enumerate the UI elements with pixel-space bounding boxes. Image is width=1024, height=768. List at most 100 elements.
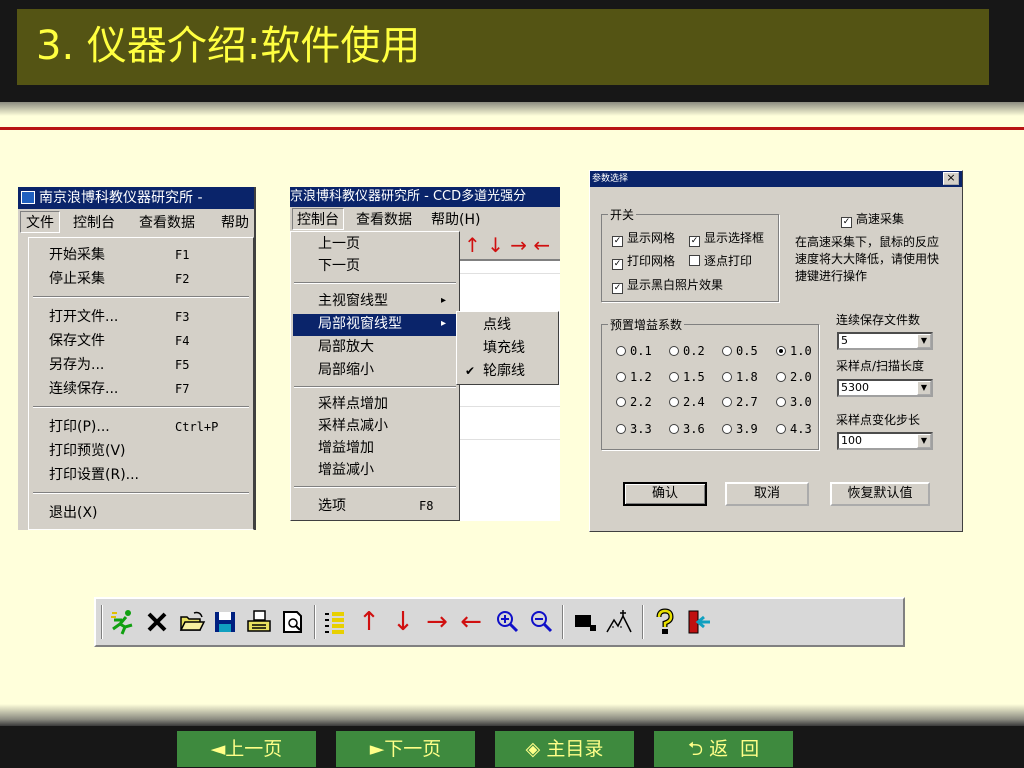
- high-speed-label: 高速采集: [856, 212, 905, 226]
- menu-item-continuous-save[interactable]: 连续保存...: [49, 378, 118, 400]
- radio-icon: [669, 424, 679, 434]
- arrow-right-icon[interactable]: →: [422, 607, 452, 637]
- dropdown-arrow-icon[interactable]: ▼: [917, 334, 931, 348]
- arrow-left-icon[interactable]: ←: [456, 607, 486, 637]
- gain-option[interactable]: 3.3: [616, 421, 652, 437]
- gain-option[interactable]: 0.5: [722, 343, 758, 359]
- gain-option[interactable]: 3.6: [669, 421, 705, 437]
- list-icon[interactable]: [320, 607, 350, 637]
- dropdown-arrow-icon[interactable]: ▼: [917, 434, 931, 448]
- menu-item-gain-increase[interactable]: 增益增加: [318, 437, 374, 459]
- submenu-item-dot-line[interactable]: 点线: [483, 314, 511, 336]
- scan-length-select[interactable]: 5300 ▼: [837, 379, 933, 397]
- gain-option[interactable]: 1.2: [616, 369, 652, 385]
- main-menu-button[interactable]: ◈ 主目录: [495, 731, 634, 767]
- ok-button[interactable]: 确认: [623, 482, 707, 506]
- menu-help[interactable]: 帮助(H): [431, 209, 480, 231]
- menu-help[interactable]: 帮助: [221, 212, 249, 234]
- stop-icon[interactable]: [142, 607, 172, 637]
- zoom-in-icon[interactable]: [492, 607, 522, 637]
- menu-file[interactable]: 文件: [20, 211, 60, 233]
- menu-item-samples-decrease[interactable]: 采样点减小: [318, 415, 388, 437]
- gain-option[interactable]: 2.7: [722, 394, 758, 410]
- menu-item-stop-capture[interactable]: 停止采集: [49, 268, 105, 290]
- accel-ctrl-p: Ctrl+P: [175, 420, 219, 434]
- slide-header: 3. 仪器介绍:软件使用: [0, 0, 1024, 102]
- help-icon[interactable]: [650, 607, 680, 637]
- gain-value: 1.2: [630, 370, 652, 384]
- menu-item-start-capture[interactable]: 开始采集: [49, 244, 105, 266]
- gain-option[interactable]: 0.1: [616, 343, 652, 359]
- cancel-button[interactable]: 取消: [725, 482, 809, 506]
- menu-item-next-page[interactable]: 下一页: [318, 255, 360, 277]
- step-label: 采样点变化步长: [836, 413, 921, 427]
- menu-console[interactable]: 控制台: [73, 212, 115, 234]
- menu-view-data[interactable]: 查看数据: [139, 212, 195, 234]
- submenu-item-fill-line[interactable]: 填充线: [483, 337, 525, 359]
- menu-item-print-setup[interactable]: 打印设置(R)...: [49, 464, 139, 486]
- accel-f3: F3: [175, 310, 190, 324]
- show-selection-box-label: 显示选择框: [704, 231, 765, 245]
- arrow-up-icon[interactable]: ↑: [354, 607, 384, 637]
- close-icon[interactable]: ×: [943, 172, 959, 185]
- arrow-down-icon[interactable]: ↓: [388, 607, 418, 637]
- return-button[interactable]: ⮌ 返 回: [654, 731, 793, 767]
- show-selection-box-checkbox[interactable]: ✓ 显示选择框: [689, 230, 764, 247]
- gain-option[interactable]: 1.5: [669, 369, 705, 385]
- gain-option[interactable]: 0.2: [669, 343, 705, 359]
- toolbar-separator: [642, 605, 644, 639]
- save-count-select[interactable]: 5 ▼: [837, 332, 933, 350]
- menu-separator: [294, 282, 456, 284]
- restore-defaults-button[interactable]: 恢复默认值: [830, 482, 930, 506]
- menu-separator: [33, 406, 249, 408]
- menu-console[interactable]: 控制台: [292, 208, 344, 230]
- peak-icon[interactable]: [604, 607, 634, 637]
- bw-photo-checkbox[interactable]: ✓ 显示黑白照片效果: [612, 277, 723, 294]
- menu-view-data[interactable]: 查看数据: [356, 209, 412, 231]
- menu-item-options[interactable]: 选项: [318, 495, 346, 517]
- prev-page-button[interactable]: ◄上一页: [177, 731, 316, 767]
- menu-item-main-line-type[interactable]: 主视窗线型: [318, 290, 388, 312]
- gain-option[interactable]: 3.9: [722, 421, 758, 437]
- print-preview-icon[interactable]: [278, 607, 308, 637]
- open-folder-icon[interactable]: [176, 607, 206, 637]
- gain-option[interactable]: 3.0: [776, 394, 812, 410]
- show-grid-checkbox[interactable]: ✓ 显示网格: [612, 230, 675, 247]
- menu-item-prev-page[interactable]: 上一页: [318, 233, 360, 255]
- gain-option[interactable]: 1.8: [722, 369, 758, 385]
- save-disk-icon[interactable]: [210, 607, 240, 637]
- dropdown-arrow-icon[interactable]: ▼: [917, 381, 931, 395]
- step-select[interactable]: 100 ▼: [837, 432, 933, 450]
- menu-item-samples-increase[interactable]: 采样点增加: [318, 393, 388, 415]
- black-white-icon[interactable]: [570, 607, 600, 637]
- menu-item-print[interactable]: 打印(P)...: [49, 416, 110, 438]
- next-page-button[interactable]: ►下一页: [336, 731, 475, 767]
- menu-item-save-file[interactable]: 保存文件: [49, 330, 105, 352]
- grid-line: [460, 406, 560, 407]
- submenu-item-outline[interactable]: 轮廓线: [483, 360, 525, 382]
- menu-item-print-preview[interactable]: 打印预览(V): [49, 440, 126, 462]
- gain-option[interactable]: 2.2: [616, 394, 652, 410]
- menu-item-gain-decrease[interactable]: 增益减小: [318, 459, 374, 481]
- gain-option[interactable]: 4.3: [776, 421, 812, 437]
- menu-item-local-zoom-out[interactable]: 局部缩小: [318, 359, 374, 381]
- gain-value: 2.2: [630, 395, 652, 409]
- note-line-1: 在高速采集下，鼠标的反应: [795, 235, 940, 249]
- print-icon[interactable]: [244, 607, 274, 637]
- print-grid-checkbox[interactable]: ✓ 打印网格: [612, 253, 675, 270]
- gain-value: 1.0: [790, 344, 812, 358]
- run-icon[interactable]: [108, 607, 138, 637]
- menu-item-save-as[interactable]: 另存为...: [49, 354, 104, 376]
- menu-item-open-file[interactable]: 打开文件...: [49, 306, 118, 328]
- menu-item-local-zoom-in[interactable]: 局部放大: [318, 336, 374, 358]
- arrow-buttons[interactable]: ↑ ↓ → ←: [464, 233, 550, 257]
- high-speed-checkbox[interactable]: ✓ 高速采集: [841, 211, 904, 228]
- exit-icon[interactable]: [684, 607, 714, 637]
- gain-option[interactable]: 2.0: [776, 369, 812, 385]
- menu-item-local-line-type[interactable]: 局部视窗线型: [318, 313, 402, 335]
- menu-item-exit[interactable]: 退出(X): [49, 502, 98, 524]
- zoom-out-icon[interactable]: [526, 607, 556, 637]
- gain-option[interactable]: 1.0: [776, 343, 812, 359]
- gain-option[interactable]: 2.4: [669, 394, 705, 410]
- point-print-checkbox[interactable]: 逐点打印: [689, 253, 752, 269]
